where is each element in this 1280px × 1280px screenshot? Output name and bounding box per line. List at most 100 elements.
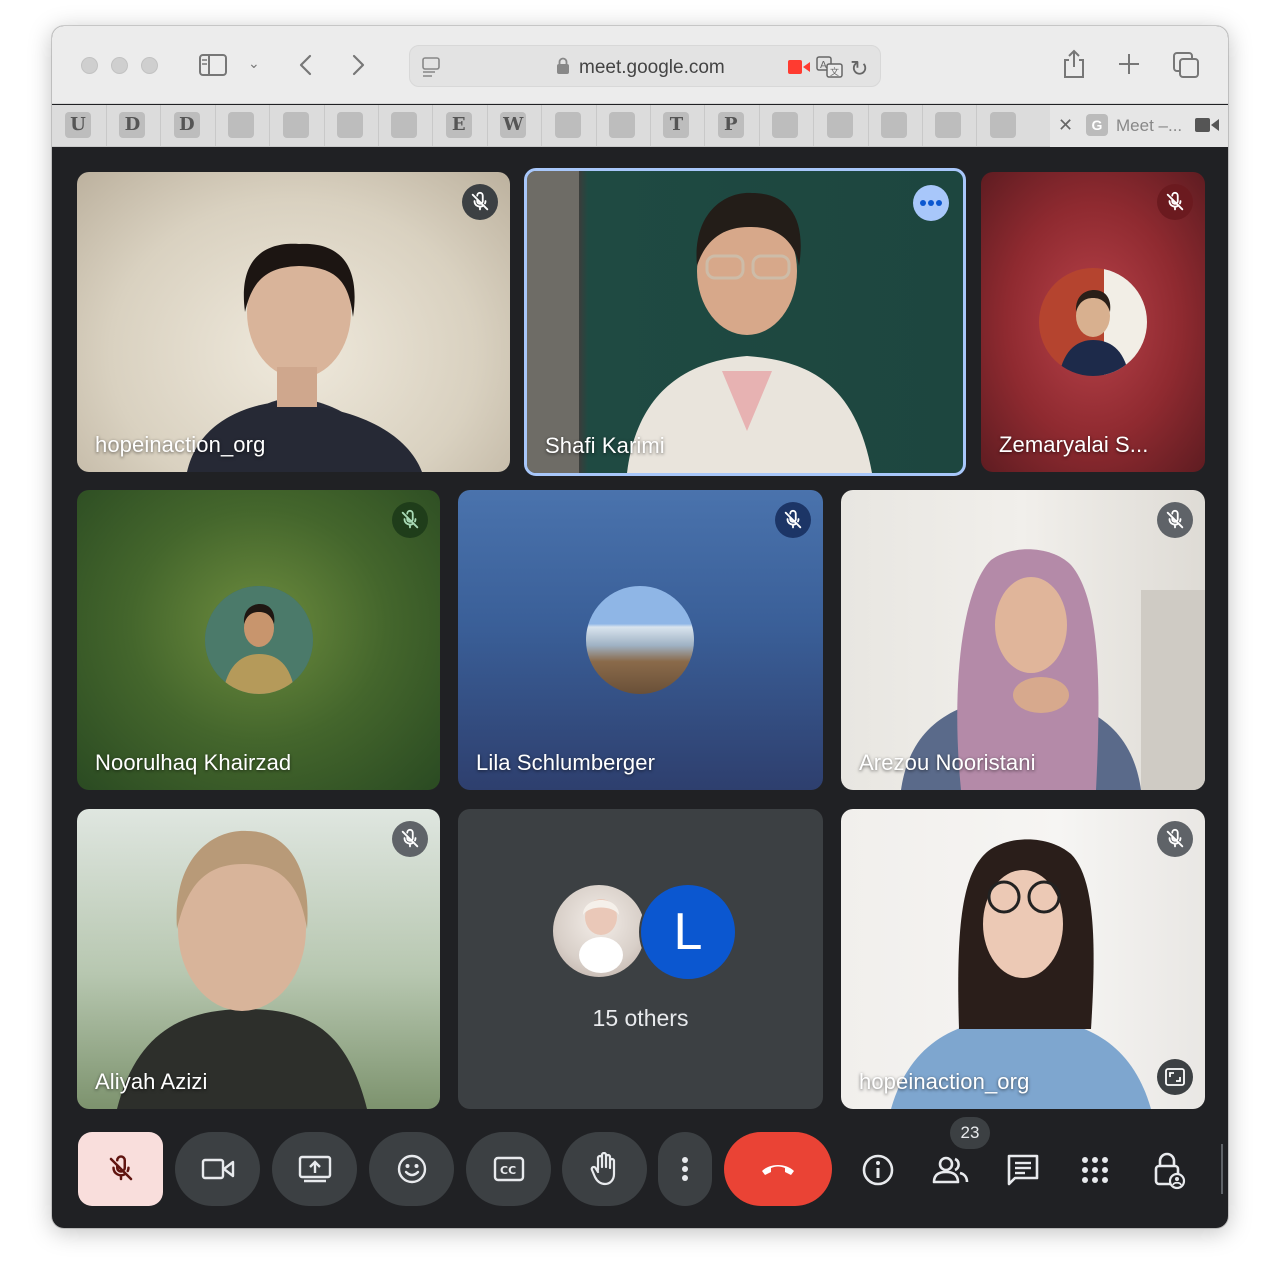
participant-name: hopeinaction_org <box>95 432 266 457</box>
favorite-item[interactable] <box>391 112 418 138</box>
favorite-separator <box>758 105 760 147</box>
mic-off-badge <box>775 502 811 538</box>
favorite-item[interactable]: D <box>119 112 146 138</box>
host-controls-icon[interactable] <box>1148 1150 1188 1190</box>
participant-tile-active-speaker[interactable]: Shafi Karimi <box>524 168 966 476</box>
people-icon[interactable] <box>930 1150 970 1190</box>
lock-icon <box>557 57 569 74</box>
tab-meet[interactable]: ✕ G Meet –... <box>1050 105 1228 147</box>
favorite-item[interactable] <box>989 112 1016 138</box>
mic-off-icon <box>1166 828 1184 848</box>
browser-window: ⌄ meet.google.com A 文 ↻ U D D E W T P ✕ … <box>52 26 1228 1228</box>
camera-in-use-icon[interactable] <box>788 59 810 75</box>
sidebar-icon[interactable] <box>198 53 228 77</box>
captions-button[interactable]: CC <box>466 1132 551 1206</box>
favorite-item[interactable] <box>554 112 581 138</box>
favorite-item[interactable]: P <box>717 112 744 138</box>
people-count-badge: 23 <box>950 1117 990 1149</box>
videocam-icon <box>201 1158 234 1180</box>
favorite-separator <box>486 105 488 147</box>
favorite-item[interactable] <box>609 112 635 138</box>
camera-toggle-button[interactable] <box>175 1132 260 1206</box>
fullscreen-tile-button[interactable] <box>1157 1059 1193 1095</box>
more-horiz-icon <box>920 200 942 206</box>
favorite-item[interactable] <box>935 112 962 138</box>
title-bar: ⌄ meet.google.com A 文 ↻ <box>52 26 1228 104</box>
favorite-separator <box>704 105 706 147</box>
mic-off-icon <box>1166 191 1184 211</box>
mic-off-badge <box>392 502 428 538</box>
svg-text:文: 文 <box>830 66 839 78</box>
meeting-details-icon[interactable] <box>858 1150 898 1190</box>
mic-off-badge <box>1157 821 1193 857</box>
participant-tile[interactable]: Lila Schlumberger <box>458 490 823 790</box>
chevron-down-icon[interactable]: ⌄ <box>248 56 260 70</box>
participant-video <box>901 549 1205 790</box>
page-menu-icon[interactable] <box>422 57 440 77</box>
participant-name: hopeinaction_org <box>859 1069 1030 1094</box>
more-options-button[interactable] <box>913 185 949 221</box>
reload-icon[interactable]: ↻ <box>850 56 868 82</box>
tab-overview-icon[interactable] <box>1172 51 1200 79</box>
favorite-item[interactable] <box>881 112 907 138</box>
close-window-button[interactable] <box>81 57 98 74</box>
close-tab-icon[interactable]: ✕ <box>1058 115 1073 136</box>
favorite-separator <box>541 105 543 147</box>
address-bar[interactable]: meet.google.com A 文 ↻ <box>409 45 881 87</box>
fullscreen-icon <box>1165 1068 1185 1086</box>
microphone-toggle-button[interactable] <box>78 1132 163 1206</box>
others-avatar-letter: L <box>639 883 737 981</box>
new-tab-icon[interactable] <box>1118 53 1140 75</box>
favorite-item[interactable]: U <box>65 112 91 138</box>
reactions-button[interactable] <box>369 1132 454 1206</box>
favorite-separator <box>595 105 597 147</box>
mic-off-icon <box>401 828 419 848</box>
others-tile[interactable]: L 15 others <box>458 809 823 1109</box>
participant-video <box>117 830 367 1109</box>
more-vert-icon <box>682 1157 688 1181</box>
favorite-item[interactable]: E <box>445 112 472 138</box>
participant-tile[interactable]: Aliyah Azizi <box>77 809 440 1109</box>
participant-tile[interactable]: Zemaryalai S... <box>981 172 1205 472</box>
mic-off-badge <box>392 821 428 857</box>
participant-video <box>187 243 422 472</box>
favorite-item[interactable]: D <box>173 112 200 138</box>
participant-tile[interactable]: hopeinaction_org <box>77 172 510 472</box>
call-end-icon <box>762 1165 794 1175</box>
zoom-window-button[interactable] <box>141 57 158 74</box>
back-icon[interactable] <box>298 54 314 76</box>
more-options-menu-button[interactable] <box>658 1132 712 1206</box>
participant-tile[interactable]: Arezou Nooristani <box>841 490 1205 790</box>
leave-call-button[interactable] <box>724 1132 832 1206</box>
favorite-separator <box>922 105 923 147</box>
favorite-item[interactable] <box>826 112 853 138</box>
favorite-item[interactable] <box>282 112 309 138</box>
raise-hand-button[interactable] <box>562 1132 647 1206</box>
activities-icon[interactable] <box>1075 1150 1115 1190</box>
mic-off-icon <box>471 191 489 211</box>
favorite-separator <box>378 105 379 147</box>
favorite-separator <box>813 105 815 147</box>
avatar <box>586 586 694 694</box>
favorite-separator <box>323 105 325 147</box>
share-icon[interactable] <box>1062 49 1086 79</box>
url-text: meet.google.com <box>579 57 725 78</box>
translate-icon[interactable]: A 文 <box>816 56 843 78</box>
favorite-separator <box>269 105 271 147</box>
minimize-window-button[interactable] <box>111 57 128 74</box>
forward-icon[interactable] <box>350 54 366 76</box>
participant-tile-self[interactable]: hopeinaction_org <box>841 809 1205 1109</box>
favorite-item[interactable]: T <box>663 112 690 138</box>
others-count-label: 15 others <box>592 1005 689 1031</box>
favorite-separator <box>214 105 216 147</box>
favorite-item[interactable] <box>337 112 363 138</box>
svg-text:CC: CC <box>500 1164 516 1177</box>
avatar-letter: L <box>673 903 703 961</box>
participant-tile[interactable]: Noorulhaq Khairzad <box>77 490 440 790</box>
present-to-all-icon <box>298 1155 331 1183</box>
favorite-item[interactable]: W <box>500 112 527 138</box>
favorite-item[interactable] <box>228 112 255 138</box>
chat-icon[interactable] <box>1003 1150 1043 1190</box>
present-screen-button[interactable] <box>272 1132 357 1206</box>
favorite-item[interactable] <box>772 112 799 138</box>
